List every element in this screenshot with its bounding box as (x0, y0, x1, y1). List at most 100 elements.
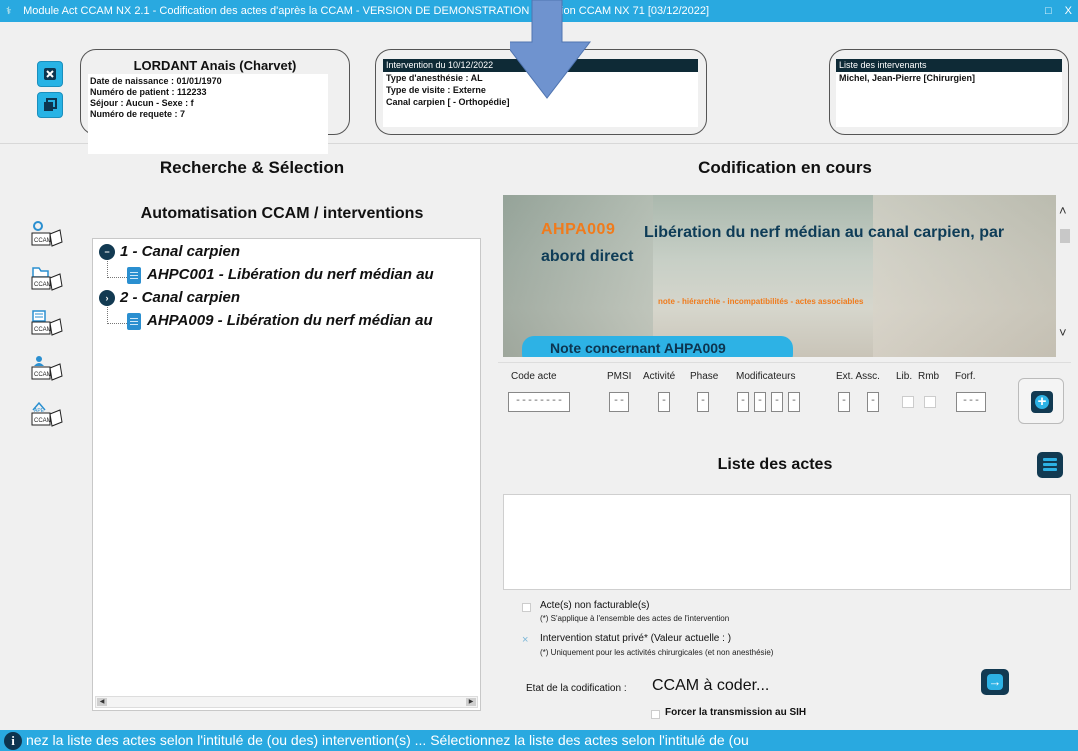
non-facturable-note: (*) S'applique à l'ensemble des actes de… (540, 614, 730, 623)
tool-ape-ccam[interactable]: APE CCAM (30, 400, 66, 430)
tree-horizontal-scrollbar[interactable]: ◀ ▶ (95, 696, 478, 708)
tool-user-ccam[interactable]: CCAM (30, 354, 66, 384)
modificateur-input[interactable]: - (754, 392, 766, 412)
tree-act-label: AHPC001 - Libération du nerf médian au (147, 266, 434, 283)
label-ext-assc: Ext. Assc. (836, 371, 880, 382)
modificateur-input[interactable]: - (737, 392, 749, 412)
close-window-button[interactable]: X (1065, 5, 1072, 17)
patient-number: Numéro de patient : 112233 (90, 87, 207, 97)
etat-label: Etat de la codification : (526, 683, 627, 694)
act-links[interactable]: note - hiérarchie - incompatibilités - a… (658, 297, 863, 306)
background-photo (873, 195, 1056, 357)
send-button[interactable]: → (981, 669, 1009, 695)
force-sih-checkbox[interactable] (651, 710, 660, 719)
assc-input[interactable]: - (867, 392, 879, 412)
tree-group-1[interactable]: −1 - Canal carpien (99, 243, 241, 261)
tree-act-label: AHPA009 - Libération du nerf médian au (147, 312, 433, 329)
folder-ccam-icon: CCAM (31, 267, 63, 291)
automation-title: Automatisation CCAM / interventions (140, 205, 424, 222)
close-icon (44, 68, 56, 80)
patient-name: LORDANT Anais (Charvet) (133, 58, 297, 73)
prive-note: (*) Uniquement pour les activités chirur… (540, 648, 774, 657)
expand-icon[interactable]: › (99, 290, 115, 307)
patient-birthdate: Date de naissance : 01/01/1970 (90, 76, 222, 86)
prive-label: Intervention statut privé* (Valeur actue… (540, 633, 732, 644)
acts-list-title: Liste des actes (717, 456, 833, 473)
chevron-down-icon[interactable]: ˅ (1059, 325, 1067, 340)
chevron-up-icon[interactable]: ˄ (1059, 203, 1067, 218)
background-photo (503, 195, 653, 357)
svg-text:CCAM: CCAM (34, 372, 52, 378)
intervenants-card: Liste des intervenants Michel, Jean-Pier… (829, 49, 1069, 135)
svg-text:CCAM: CCAM (34, 418, 52, 424)
tree-group-label: 1 - Canal carpien (120, 243, 241, 260)
etat-value: CCAM à coder... (652, 677, 770, 694)
tree-act-1[interactable]: AHPC001 - Libération du nerf médian au (127, 266, 434, 284)
lib-checkbox[interactable] (902, 396, 914, 408)
label-forf: Forf. (955, 371, 976, 382)
patient-request: Numéro de requete : 7 (90, 109, 186, 119)
activite-input[interactable]: - (658, 392, 670, 412)
intervention-tree: −1 - Canal carpien AHPC001 - Libération … (92, 238, 481, 711)
hamburger-icon (1043, 468, 1057, 471)
intervenant-item[interactable]: Michel, Jean-Pierre [Chirurgien] (836, 72, 1062, 84)
label-modificateurs: Modificateurs (736, 371, 796, 382)
acts-list[interactable] (503, 494, 1071, 590)
label-activite: Activité (643, 371, 676, 382)
ape-ccam-icon: APECCAM (31, 401, 63, 427)
app-icon: ⚕ (6, 6, 12, 17)
label-lib: Lib. (896, 371, 913, 382)
user-ccam-icon: CCAM (31, 356, 63, 381)
modificateur-input[interactable]: - (771, 392, 783, 412)
tree-act-2[interactable]: AHPA009 - Libération du nerf médian au (127, 312, 433, 330)
window-controls: □ X (1035, 0, 1072, 22)
patient-stay: Séjour : Aucun - Sexe : f (90, 98, 194, 108)
tree-group-label: 2 - Canal carpien (120, 289, 241, 306)
modificateur-input[interactable]: - (788, 392, 800, 412)
search-ccam-icon: CCAM (31, 221, 63, 247)
document-icon (127, 312, 141, 330)
act-preview: AHPA009 Libération du nerf médian au can… (503, 195, 1056, 357)
preview-vertical-scrollbar[interactable]: ˄ ˅ (1057, 195, 1073, 357)
plus-icon (1031, 391, 1053, 413)
tree-connector (107, 305, 127, 324)
note-button[interactable]: Note concernant AHPA009 (522, 336, 793, 357)
status-bar: i nez la liste des actes selon l'intitulé… (0, 730, 1078, 751)
add-act-button[interactable] (1018, 378, 1064, 424)
rmb-checkbox[interactable] (924, 396, 936, 408)
patient-card: LORDANT Anais (Charvet) Date de naissanc… (80, 49, 350, 154)
ext-input[interactable]: - (838, 392, 850, 412)
scroll-left-icon[interactable]: ◀ (97, 698, 107, 706)
forf-input[interactable]: --- (956, 392, 986, 412)
info-icon: i (4, 732, 22, 751)
force-sih-label: Forcer la transmission au SIH (665, 707, 807, 718)
maximize-button[interactable]: □ (1045, 5, 1052, 17)
status-text: nez la liste des actes selon l'intitulé … (26, 732, 749, 748)
label-phase: Phase (690, 371, 719, 382)
intervenants-box: Liste des intervenants Michel, Jean-Pier… (836, 59, 1062, 127)
close-button[interactable] (37, 61, 63, 87)
list-ccam-icon: CCAM (31, 310, 63, 336)
tool-list-ccam[interactable]: CCAM (30, 309, 66, 339)
non-facturable-label: Acte(s) non facturable(s) (540, 600, 650, 611)
duplicate-button[interactable] (37, 92, 63, 118)
scroll-thumb[interactable] (1060, 229, 1070, 243)
pmsi-input[interactable]: -- (609, 392, 629, 412)
prive-checkbox[interactable]: × (522, 634, 528, 646)
non-facturable-checkbox[interactable] (522, 603, 531, 612)
code-acte-input[interactable]: -------- (508, 392, 570, 412)
svg-text:CCAM: CCAM (34, 327, 52, 333)
search-section-title: Recherche & Sélection (159, 158, 345, 177)
acts-menu-button[interactable] (1037, 452, 1063, 478)
tool-folder-ccam[interactable]: CCAM (30, 264, 66, 294)
tree-group-2[interactable]: › 2 - Canal carpien (99, 289, 241, 307)
arrow-right-icon: → (988, 674, 1002, 689)
act-label: Libération du nerf médian au canal carpi… (541, 224, 1005, 265)
scroll-right-icon[interactable]: ▶ (466, 698, 476, 706)
tool-search-ccam[interactable]: CCAM (30, 220, 66, 250)
collapse-icon[interactable]: − (99, 244, 115, 261)
code-entry-bar: Code acte PMSI Activité Phase Modificate… (498, 362, 1071, 426)
hamburger-icon (1043, 463, 1057, 466)
phase-input[interactable]: - (697, 392, 709, 412)
windows-icon (44, 98, 57, 111)
